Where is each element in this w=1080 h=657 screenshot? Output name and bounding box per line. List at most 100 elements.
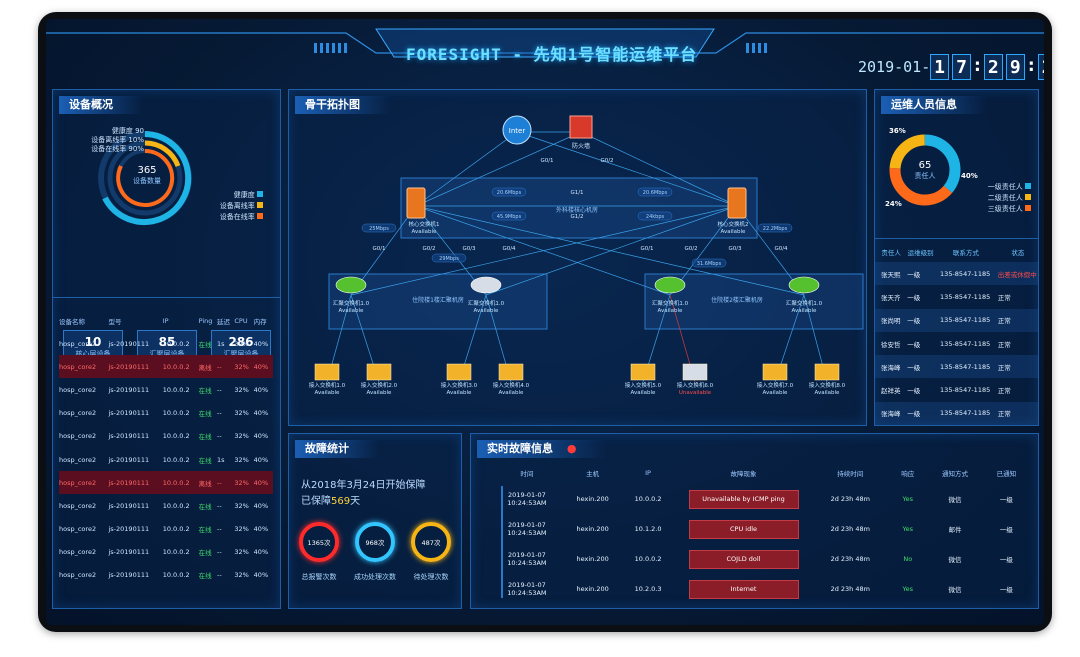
table-cell: 135-8547-1185	[934, 262, 992, 286]
fault-days-suffix: 天	[350, 496, 361, 507]
column-header: IP	[162, 317, 169, 325]
table-cell: hosp_core2	[59, 571, 97, 580]
table-row[interactable]: 2019-01-07 10:24:53AM hexin.200 10.0.0.2 COJ…	[491, 544, 1031, 574]
core-switch-status: Available	[721, 229, 747, 235]
speed-label: 20.6Mbps	[643, 190, 668, 196]
table-cell: 32%	[234, 571, 249, 580]
access-switch-icon[interactable]	[814, 363, 840, 381]
gauge-value: 365	[137, 165, 157, 176]
table-cell: 一级	[999, 556, 1013, 564]
core-room-label: 外科楼核心机房	[556, 206, 598, 214]
table-row[interactable]: 赵祥英 一级 135-8547-1185 正常	[875, 378, 1038, 401]
access-switch-icon[interactable]	[446, 363, 472, 381]
table-row[interactable]: hosp_core2 js-20190111 10.0.0.2 在线 -- 32% 40%	[59, 494, 273, 517]
table-row[interactable]: 2019-01-07 10:24:53AM hexin.200 10.2.0.3 Int…	[491, 574, 1031, 604]
access-switch-status: Available	[815, 390, 841, 396]
table-cell: js-20190111	[108, 471, 163, 495]
agg-switch-name: 汇聚交换机1.0	[786, 299, 823, 307]
clock-digit: 7	[952, 54, 971, 80]
table-cell: hosp_core2	[59, 385, 97, 394]
table-cell: 2d 23h 48m	[830, 495, 870, 503]
table-cell: 32%	[234, 548, 249, 557]
fault-badge[interactable]: Unavailable by ICMP ping	[688, 489, 799, 509]
table-cell: 10.0.0.2	[162, 455, 190, 464]
table-row[interactable]: hosp_core2 js-20190111 10.0.0.2 在线 1s 32% 40%	[59, 448, 273, 471]
table-cell: js-20190111	[108, 355, 163, 379]
dashboard-screen: FORESIGHT - 先知1号智能运维平台 2019-01-07 1 7 : …	[46, 19, 1044, 625]
table-row[interactable]: 2019-01-07 10:24:53AM hexin.200 10.0.0.2 Una…	[491, 484, 1031, 514]
device-table-header: 设备名称 型号 IP Ping 延迟 CPU 内存	[59, 310, 273, 332]
table-row[interactable]: 张海峰 一级 135-8547-1185 正常	[875, 355, 1038, 379]
table-cell: 40%	[253, 339, 269, 348]
table-cell: 135-8547-1185	[934, 308, 992, 332]
fault-badge[interactable]: Internet	[688, 579, 799, 599]
table-row[interactable]: hosp_core2 js-20190111 10.0.0.2 在线 -- 32% 40%	[59, 564, 273, 587]
fault-rings: 1365次 总报警次数 968次 成功处理次数 487次 待处理次数	[291, 522, 459, 602]
overview-panel: 设备概况 健康度 90 设备离线率 10% 设备在线率 90% 365 设备数量…	[52, 89, 281, 609]
table-row[interactable]: hosp_core2 js-20190111 10.0.0.2 在线 -- 32% 40%	[59, 402, 273, 425]
overview-line: 健康度 90	[111, 127, 144, 135]
firewall-icon[interactable]	[569, 115, 593, 139]
table-row[interactable]: 张海峰 一级 135-8547-1185 正常	[875, 401, 1038, 426]
core-switch-name: 核心交换机2	[718, 220, 749, 228]
port-label: G1/2	[570, 214, 583, 220]
table-row[interactable]: 张天齐 一级 135-8547-1185 正常	[875, 285, 1038, 308]
table-cell: 10.0.0.2	[634, 495, 662, 503]
table-row[interactable]: hosp_core2 js-20190111 10.0.0.2 离线 -- 32% 40%	[59, 471, 273, 495]
table-cell: 微信	[948, 496, 962, 504]
agg-switch-status: Available	[474, 308, 500, 314]
access-switch-icon[interactable]	[314, 363, 340, 381]
donut-center: 65 责任人	[905, 160, 945, 181]
table-row[interactable]: hosp_core2 js-20190111 10.0.0.2 在线 -- 32% 40%	[59, 425, 273, 448]
access-switch-icon[interactable]	[366, 363, 392, 381]
agg-switch-icon[interactable]	[335, 276, 367, 294]
fault-badge[interactable]: CPU idle	[688, 519, 799, 539]
legend-swatch	[257, 213, 263, 219]
legend-swatch	[1025, 205, 1031, 211]
access-switch-icon[interactable]	[630, 363, 656, 381]
people-donut	[889, 134, 961, 206]
agg-switch-icon[interactable]	[470, 276, 502, 294]
core-switch-icon[interactable]	[727, 187, 747, 219]
fault-cell: CPU idle	[674, 514, 814, 544]
agg-room-left-label: 住院楼1楼汇聚机房	[412, 296, 464, 304]
table-cell: hosp_core2	[59, 355, 109, 379]
port-label: G0/4	[502, 246, 516, 252]
table-cell: 一级	[999, 586, 1013, 594]
table-cell: 40%	[253, 385, 269, 394]
table-row[interactable]: hosp_core2 js-20190111 10.0.0.2 在线 -- 32% 40%	[59, 541, 273, 564]
access-switch-icon[interactable]	[762, 363, 788, 381]
column-header: 主机	[586, 470, 600, 478]
access-switch-icon[interactable]	[498, 363, 524, 381]
column-header: IP	[645, 469, 651, 477]
fault-ring-label: 待处理次数	[413, 573, 449, 581]
access-switch-name: 接入交换机3.0	[441, 381, 478, 389]
overview-lines: 健康度 90 设备离线率 10% 设备在线率 90%	[84, 127, 144, 154]
table-row[interactable]: hosp_core2 js-20190111 10.0.0.2 在线 1s 32% 40%	[59, 332, 273, 355]
agg-switch-icon[interactable]	[654, 276, 686, 294]
table-cell: --	[217, 471, 235, 495]
access-switch-icon[interactable]	[682, 363, 708, 381]
fault-ring-circle: 487次	[411, 522, 451, 562]
fault-badge[interactable]: COJLD doll	[688, 549, 799, 569]
table-row[interactable]: 张尚明 一级 135-8547-1185 正常	[875, 308, 1038, 332]
table-row[interactable]: hosp_core2 js-20190111 10.0.0.2 离线 -- 32% 40%	[59, 355, 273, 379]
table-cell: 微信	[948, 586, 962, 594]
table-row[interactable]: hosp_core2 js-20190111 10.0.0.2 在线 -- 32% 40%	[59, 518, 273, 541]
table-row[interactable]: 张天熙 一级 135-8547-1185 出差或休假中	[875, 262, 1038, 286]
column-header: 时间	[520, 470, 534, 478]
agg-switch-icon[interactable]	[788, 276, 820, 294]
table-cell: 一级	[999, 526, 1013, 534]
fault-ring-value: 487次	[421, 539, 441, 547]
table-row[interactable]: hosp_core2 js-20190111 10.0.0.2 在线 -- 32% 40%	[59, 378, 273, 401]
core-switch-icon[interactable]	[406, 187, 426, 219]
fault-ring: 1365次 总报警次数	[293, 522, 345, 602]
access-switch-name: 接入交换机5.0	[625, 381, 662, 389]
fault-ring-label: 成功处理次数	[354, 573, 396, 581]
table-cell: 32%	[234, 455, 249, 464]
port-label: G1/1	[570, 190, 583, 196]
table-cell: 一级	[901, 355, 935, 379]
people-table: 责任人 运维级别 联系方式 状态 张天熙 一级 135-8547-1185 出差或休假…	[875, 242, 1038, 426]
table-row[interactable]: 徐安哲 一级 135-8547-1185 正常	[875, 332, 1038, 355]
table-row[interactable]: 2019-01-07 10:24:53AM hexin.200 10.1.2.0 CPU…	[491, 514, 1031, 544]
